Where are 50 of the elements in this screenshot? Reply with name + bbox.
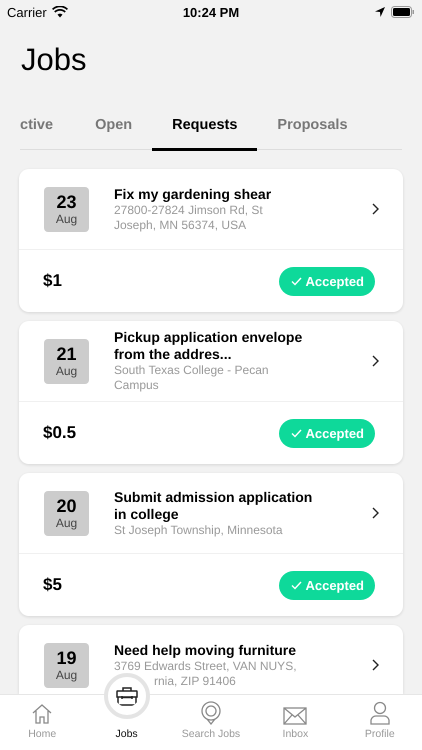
- job-address: Joseph, MN 56374, USA: [114, 218, 248, 232]
- job-address: South Texas College - Pecan: [114, 363, 270, 378]
- job-address: 3769 Edwards Street, VAN NUYS,: [114, 658, 298, 674]
- job-price: $0.5: [43, 423, 76, 443]
- tab-bar-item[interactable]: Inbox: [282, 695, 308, 750]
- tab-bar-item[interactable]: Profile: [364, 695, 395, 750]
- job-title: Fix my gardening shear: [114, 186, 272, 202]
- location-arrow-icon: [375, 7, 385, 17]
- job-card[interactable]: 21 Aug Pickup application envelope from the addres... South Texas College - Pecan Campus $0.5 Accepted: [19, 321, 403, 464]
- chevron-right-icon: [372, 355, 379, 367]
- wifi-icon: [52, 6, 68, 18]
- job-title: Need help moving furniture: [114, 642, 298, 658]
- tab[interactable]: Requests: [152, 102, 258, 150]
- date-badge: 21 Aug: [44, 338, 89, 384]
- job-card[interactable]: 23 Aug Fix my gardening shear 27800-27824 Jimson Rd, St Joseph, MN 56374, USA $1 Accepted: [19, 169, 403, 312]
- date-badge: 19 Aug: [44, 642, 89, 688]
- job-card[interactable]: 20 Aug Submit admission application in college St Joseph Township, Minnesota $5 Accepted: [19, 473, 403, 616]
- home-icon: [31, 703, 54, 725]
- check-icon: [291, 276, 302, 286]
- job-address: rnia, ZIP 91406: [154, 674, 237, 688]
- job-price: $5: [43, 575, 62, 595]
- person-icon: [368, 701, 391, 725]
- job-title: Pickup application envelope from the addres...: [114, 329, 304, 363]
- job-address: Campus: [114, 378, 160, 393]
- status-badge: Accepted: [279, 570, 375, 600]
- chevron-right-icon: [372, 507, 379, 519]
- check-icon: [291, 580, 302, 590]
- tab[interactable]: Proposals: [257, 102, 368, 150]
- tab[interactable]: Open: [75, 102, 152, 150]
- location-pin-icon: [200, 701, 222, 725]
- date-badge: 20 Aug: [44, 490, 89, 536]
- job-address: 27800-27824 Jimson Rd, St: [114, 202, 264, 218]
- mail-icon: [283, 707, 308, 725]
- job-title: Submit admission application in college: [114, 488, 314, 522]
- carrier-label: Carrier: [7, 4, 47, 20]
- chevron-right-icon: [372, 203, 379, 215]
- date-badge: 23 Aug: [44, 186, 89, 232]
- status-badge: Accepted: [279, 266, 375, 296]
- tab-bar-item[interactable]: Search Jobs: [182, 695, 240, 750]
- page-title: Jobs: [21, 41, 88, 79]
- status-time: 10:24 PM: [182, 4, 240, 20]
- chevron-right-icon: [372, 659, 379, 671]
- status-badge: Accepted: [279, 418, 375, 448]
- tab-bar-item[interactable]: Home: [28, 695, 56, 750]
- tab[interactable]: ctive: [20, 102, 76, 150]
- battery-icon: [391, 6, 415, 18]
- job-address: St Joseph Township, Minnesota: [114, 522, 284, 538]
- job-card[interactable]: 19 Aug Need help moving furniture 3769 Edwards Street, VAN NUYS, rnia, ZIP 91406: [19, 625, 403, 694]
- job-price: $1: [43, 271, 62, 291]
- check-icon: [291, 428, 302, 438]
